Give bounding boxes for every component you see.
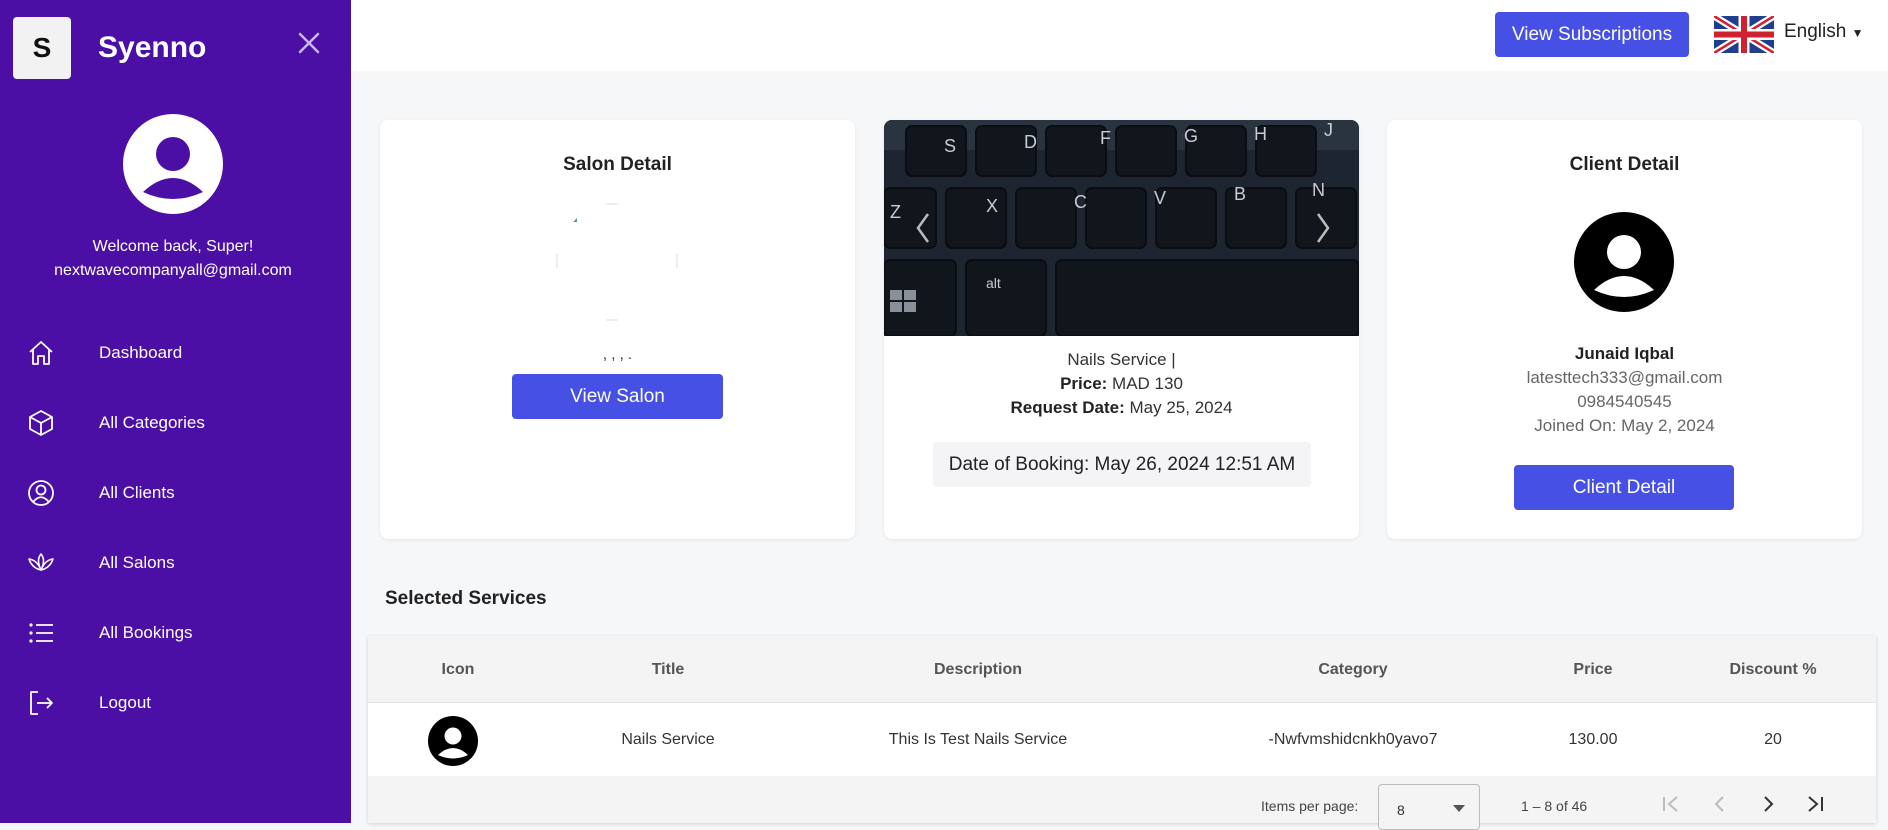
user-circle-icon: [28, 480, 54, 506]
service-name: Nails Service |: [1067, 350, 1176, 369]
next-page-icon[interactable]: [1754, 790, 1782, 818]
close-icon[interactable]: [296, 30, 322, 56]
price-value: MAD 130: [1112, 374, 1183, 393]
table-header: Icon Title Description Category Price Di…: [368, 636, 1876, 703]
svg-text:B: B: [1234, 184, 1246, 204]
svg-text:F: F: [1100, 128, 1111, 148]
items-per-page-select[interactable]: 8: [1378, 784, 1480, 830]
svg-text:N: N: [1312, 180, 1325, 200]
client-email: latesttech333@gmail.com: [1526, 368, 1723, 387]
client-joined: Joined On: May 2, 2024: [1534, 416, 1715, 435]
client-detail-card: Client Detail Junaid Iqbal latesttech333…: [1387, 120, 1862, 539]
client-avatar-icon: [1574, 212, 1674, 312]
client-phone: 0984540545: [1577, 392, 1672, 411]
column-header[interactable]: Discount %: [1698, 636, 1848, 703]
prev-page-icon[interactable]: [1706, 790, 1734, 818]
client-card-title: Client Detail: [1569, 154, 1680, 175]
user-email: nextwavecompanyall@gmail.com: [54, 262, 292, 279]
svg-text:S: S: [944, 136, 956, 156]
brand-name: Syenno: [98, 31, 207, 64]
sidebar-item-bookings[interactable]: All Bookings: [0, 598, 351, 668]
uk-flag-icon[interactable]: [1714, 16, 1774, 53]
price-label: Price:: [1060, 374, 1108, 393]
service-price: 130.00: [1568, 731, 1618, 748]
column-header[interactable]: Description: [828, 636, 1128, 703]
column-header[interactable]: Category: [1203, 636, 1503, 703]
logout-icon: [30, 691, 53, 715]
svg-text:H: H: [1254, 124, 1267, 144]
request-date-label: Request Date:: [1010, 398, 1125, 417]
sidebar-item-label: All Salons: [99, 553, 175, 572]
service-icon: [428, 716, 478, 766]
svg-text:J: J: [1324, 120, 1333, 140]
sidebar: S Syenno Welcome back, Super! nextwaveco…: [0, 0, 351, 823]
sidebar-item-salons[interactable]: All Salons: [0, 528, 351, 598]
request-date-value: May 25, 2024: [1129, 398, 1233, 417]
svg-text:C: C: [1074, 192, 1087, 212]
salon-card-title: Salon Detail: [563, 154, 672, 175]
page-range: 1 – 8 of 46: [1521, 798, 1588, 814]
service-discount: 20: [1764, 731, 1782, 748]
table-row[interactable]: Nails Service This Is Test Nails Service…: [368, 704, 1876, 776]
client-name: Junaid Iqbal: [1574, 344, 1675, 363]
client-info: Junaid Iqbal latesttech333@gmail.com 098…: [1387, 342, 1862, 438]
sidebar-item-clients[interactable]: All Clients: [0, 458, 351, 528]
booking-price: Price: MAD 130: [884, 372, 1359, 396]
sidebar-item-dashboard[interactable]: Dashboard: [0, 318, 351, 388]
service-description: This Is Test Nails Service: [888, 731, 1068, 748]
view-subscriptions-button[interactable]: View Subscriptions: [1495, 12, 1689, 57]
sidebar-item-label: Logout: [99, 693, 151, 712]
user-avatar-icon: [123, 114, 223, 214]
booking-detail-card: S D F G H J Z X C V B N alt Nails Service | Pric…: [884, 120, 1359, 539]
sidebar-nav: Dashboard All Categories All Clients All…: [0, 318, 351, 738]
sidebar-item-label: All Categories: [99, 413, 205, 432]
svg-text:alt: alt: [986, 275, 1001, 291]
column-header[interactable]: Icon: [408, 636, 508, 703]
lotus-icon: [28, 553, 54, 571]
sidebar-item-label: All Bookings: [99, 623, 193, 642]
service-title: Nails Service: [621, 731, 715, 748]
svg-text:D: D: [1024, 132, 1037, 152]
items-per-page-value: 8: [1397, 802, 1405, 818]
home-icon: [29, 341, 53, 365]
column-header[interactable]: Title: [568, 636, 768, 703]
sidebar-item-label: Dashboard: [99, 343, 183, 362]
service-category: -Nwfvmshidcnkh0yavo7: [1268, 731, 1438, 748]
svg-text:G: G: [1184, 126, 1198, 146]
client-detail-button[interactable]: Client Detail: [1514, 465, 1734, 510]
cube-icon: [29, 410, 53, 436]
sidebar-item-label: All Clients: [99, 483, 175, 502]
request-date: Request Date: May 25, 2024: [884, 396, 1359, 420]
svg-text:Z: Z: [890, 202, 901, 222]
last-page-icon[interactable]: [1802, 790, 1830, 818]
first-page-icon[interactable]: [1656, 790, 1684, 818]
items-per-page-label: Items per page:: [1261, 798, 1359, 814]
welcome-block: Welcome back, Super! nextwavecompanyall@…: [0, 235, 346, 283]
caret-down-icon: ▼: [1851, 26, 1864, 40]
paginator: Items per page: 8 1 – 8 of 46: [368, 776, 1876, 830]
service-image-carousel[interactable]: S D F G H J Z X C V B N alt: [884, 120, 1359, 336]
salon-detail-card: Salon Detail , , , . View Salon: [380, 120, 855, 539]
welcome-text: Welcome back, Super!: [92, 238, 254, 255]
sidebar-item-categories[interactable]: All Categories: [0, 388, 351, 458]
svg-text:V: V: [1154, 188, 1166, 208]
view-salon-button[interactable]: View Salon: [512, 374, 723, 419]
services-table: Icon Title Description Category Price Di…: [368, 636, 1876, 830]
language-label: English: [1784, 21, 1847, 42]
chevron-down-icon: [1453, 805, 1465, 812]
language-selector[interactable]: English ▼: [1784, 21, 1864, 43]
salon-address: , , , .: [602, 346, 633, 363]
sidebar-item-logout[interactable]: Logout: [0, 668, 351, 738]
svg-text:X: X: [986, 196, 998, 216]
list-icon: [29, 623, 53, 643]
booking-info: Nails Service | Price: MAD 130 Request D…: [884, 348, 1359, 420]
app-logo[interactable]: S: [13, 17, 71, 79]
column-header[interactable]: Price: [1543, 636, 1643, 703]
selected-services-title: Selected Services: [385, 588, 547, 609]
booking-date-badge: Date of Booking: May 26, 2024 12:51 AM: [933, 442, 1311, 487]
broken-image-icon: [556, 203, 678, 321]
